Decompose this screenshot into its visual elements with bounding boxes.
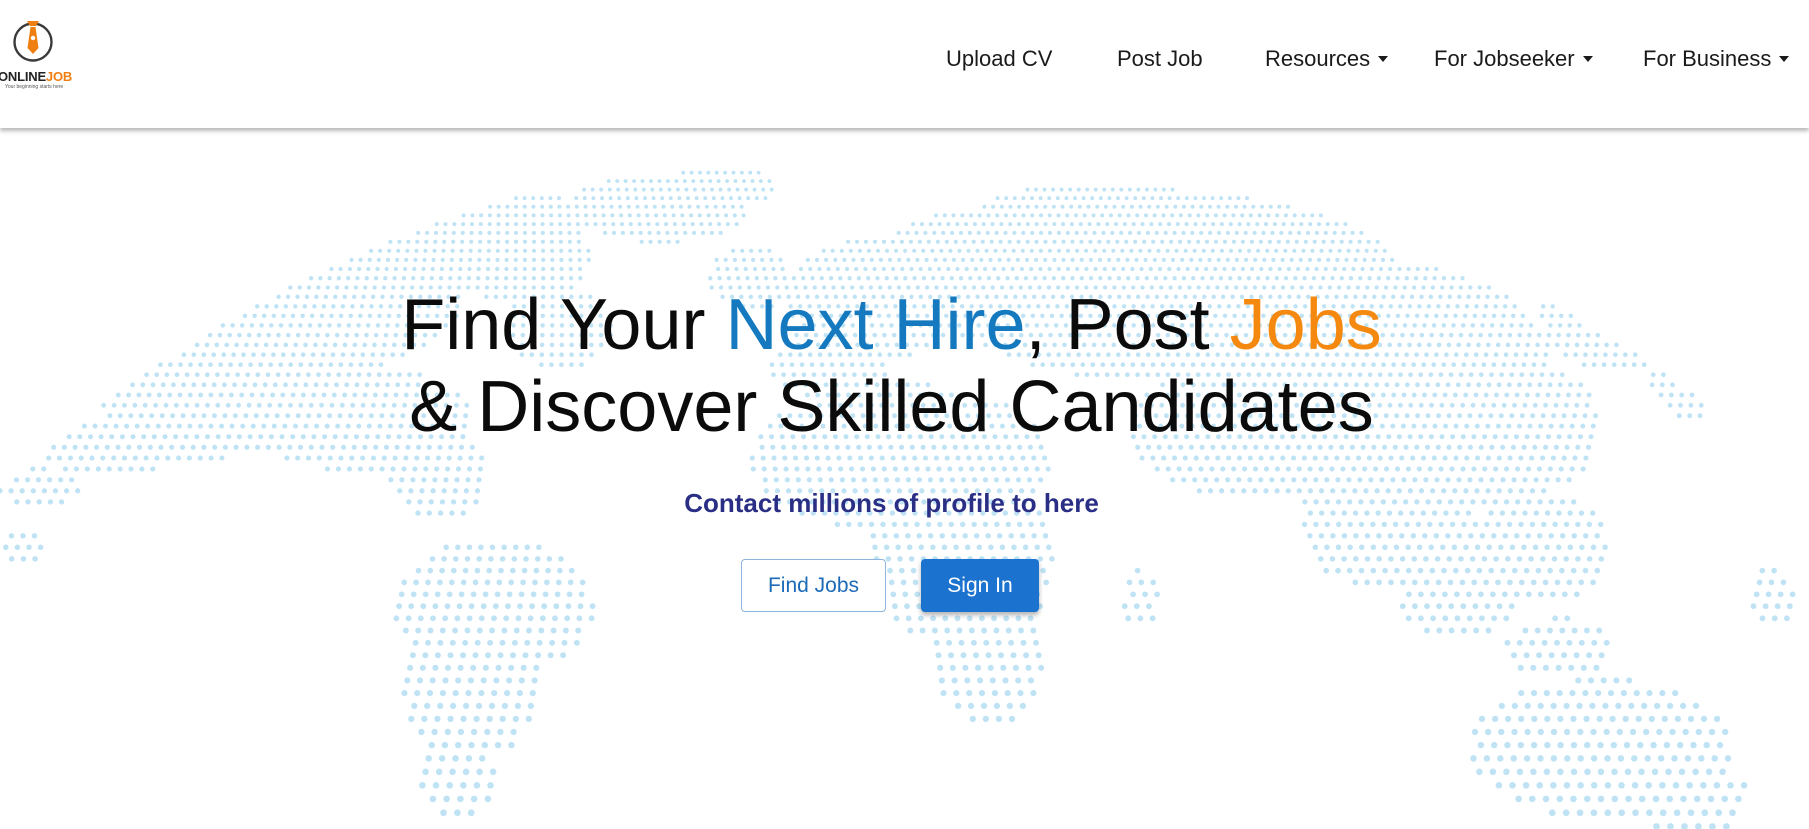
- find-jobs-button[interactable]: Find Jobs: [741, 559, 886, 612]
- nav-upload-cv-label: Upload CV: [946, 46, 1053, 71]
- nav-for-jobseeker-label: For Jobseeker: [1434, 46, 1575, 71]
- hero-subtitle: Contact millions of profile to here: [684, 488, 1099, 518]
- headline-text: Find Your: [401, 285, 726, 365]
- logo-tagline: Your beginning starts here: [5, 84, 64, 90]
- nav-resources-label: Resources: [1265, 46, 1371, 71]
- sign-in-button[interactable]: Sign In: [921, 559, 1039, 612]
- hero-headline-line2: & Discover Skilled Candidates: [409, 367, 1374, 447]
- headline-text: , Post: [1025, 285, 1230, 365]
- caret-down-icon: [1582, 56, 1593, 63]
- nav-post-job[interactable]: Post Job: [1117, 46, 1203, 72]
- nav-for-jobseeker[interactable]: For Jobseeker: [1434, 46, 1593, 72]
- nav-upload-cv[interactable]: Upload CV: [946, 46, 1052, 72]
- world-map-background: [0, 170, 1796, 829]
- nav-resources[interactable]: Resources: [1265, 46, 1389, 72]
- nav-for-business-label: For Business: [1643, 46, 1772, 71]
- landing-page: ONLINEJOB Your beginning starts here Upl…: [0, 0, 1809, 829]
- nav-post-job-label: Post Job: [1117, 46, 1203, 71]
- hero-headline: Find Your Next Hire, Post Jobs & Discove…: [0, 284, 1783, 448]
- headline-highlight-jobs: Jobs: [1229, 285, 1382, 365]
- nav-for-business[interactable]: For Business: [1643, 46, 1790, 72]
- site-header: ONLINEJOB Your beginning starts here Upl…: [0, 0, 1809, 128]
- caret-down-icon: [1779, 56, 1790, 63]
- headline-highlight-next-hire: Next Hire: [725, 285, 1026, 365]
- caret-down-icon: [1378, 56, 1389, 63]
- main-nav: Upload CV Post Job Resources For Jobseek…: [0, 46, 1809, 76]
- hero-headline-line1: Find Your Next Hire, Post Jobs: [0, 284, 1783, 366]
